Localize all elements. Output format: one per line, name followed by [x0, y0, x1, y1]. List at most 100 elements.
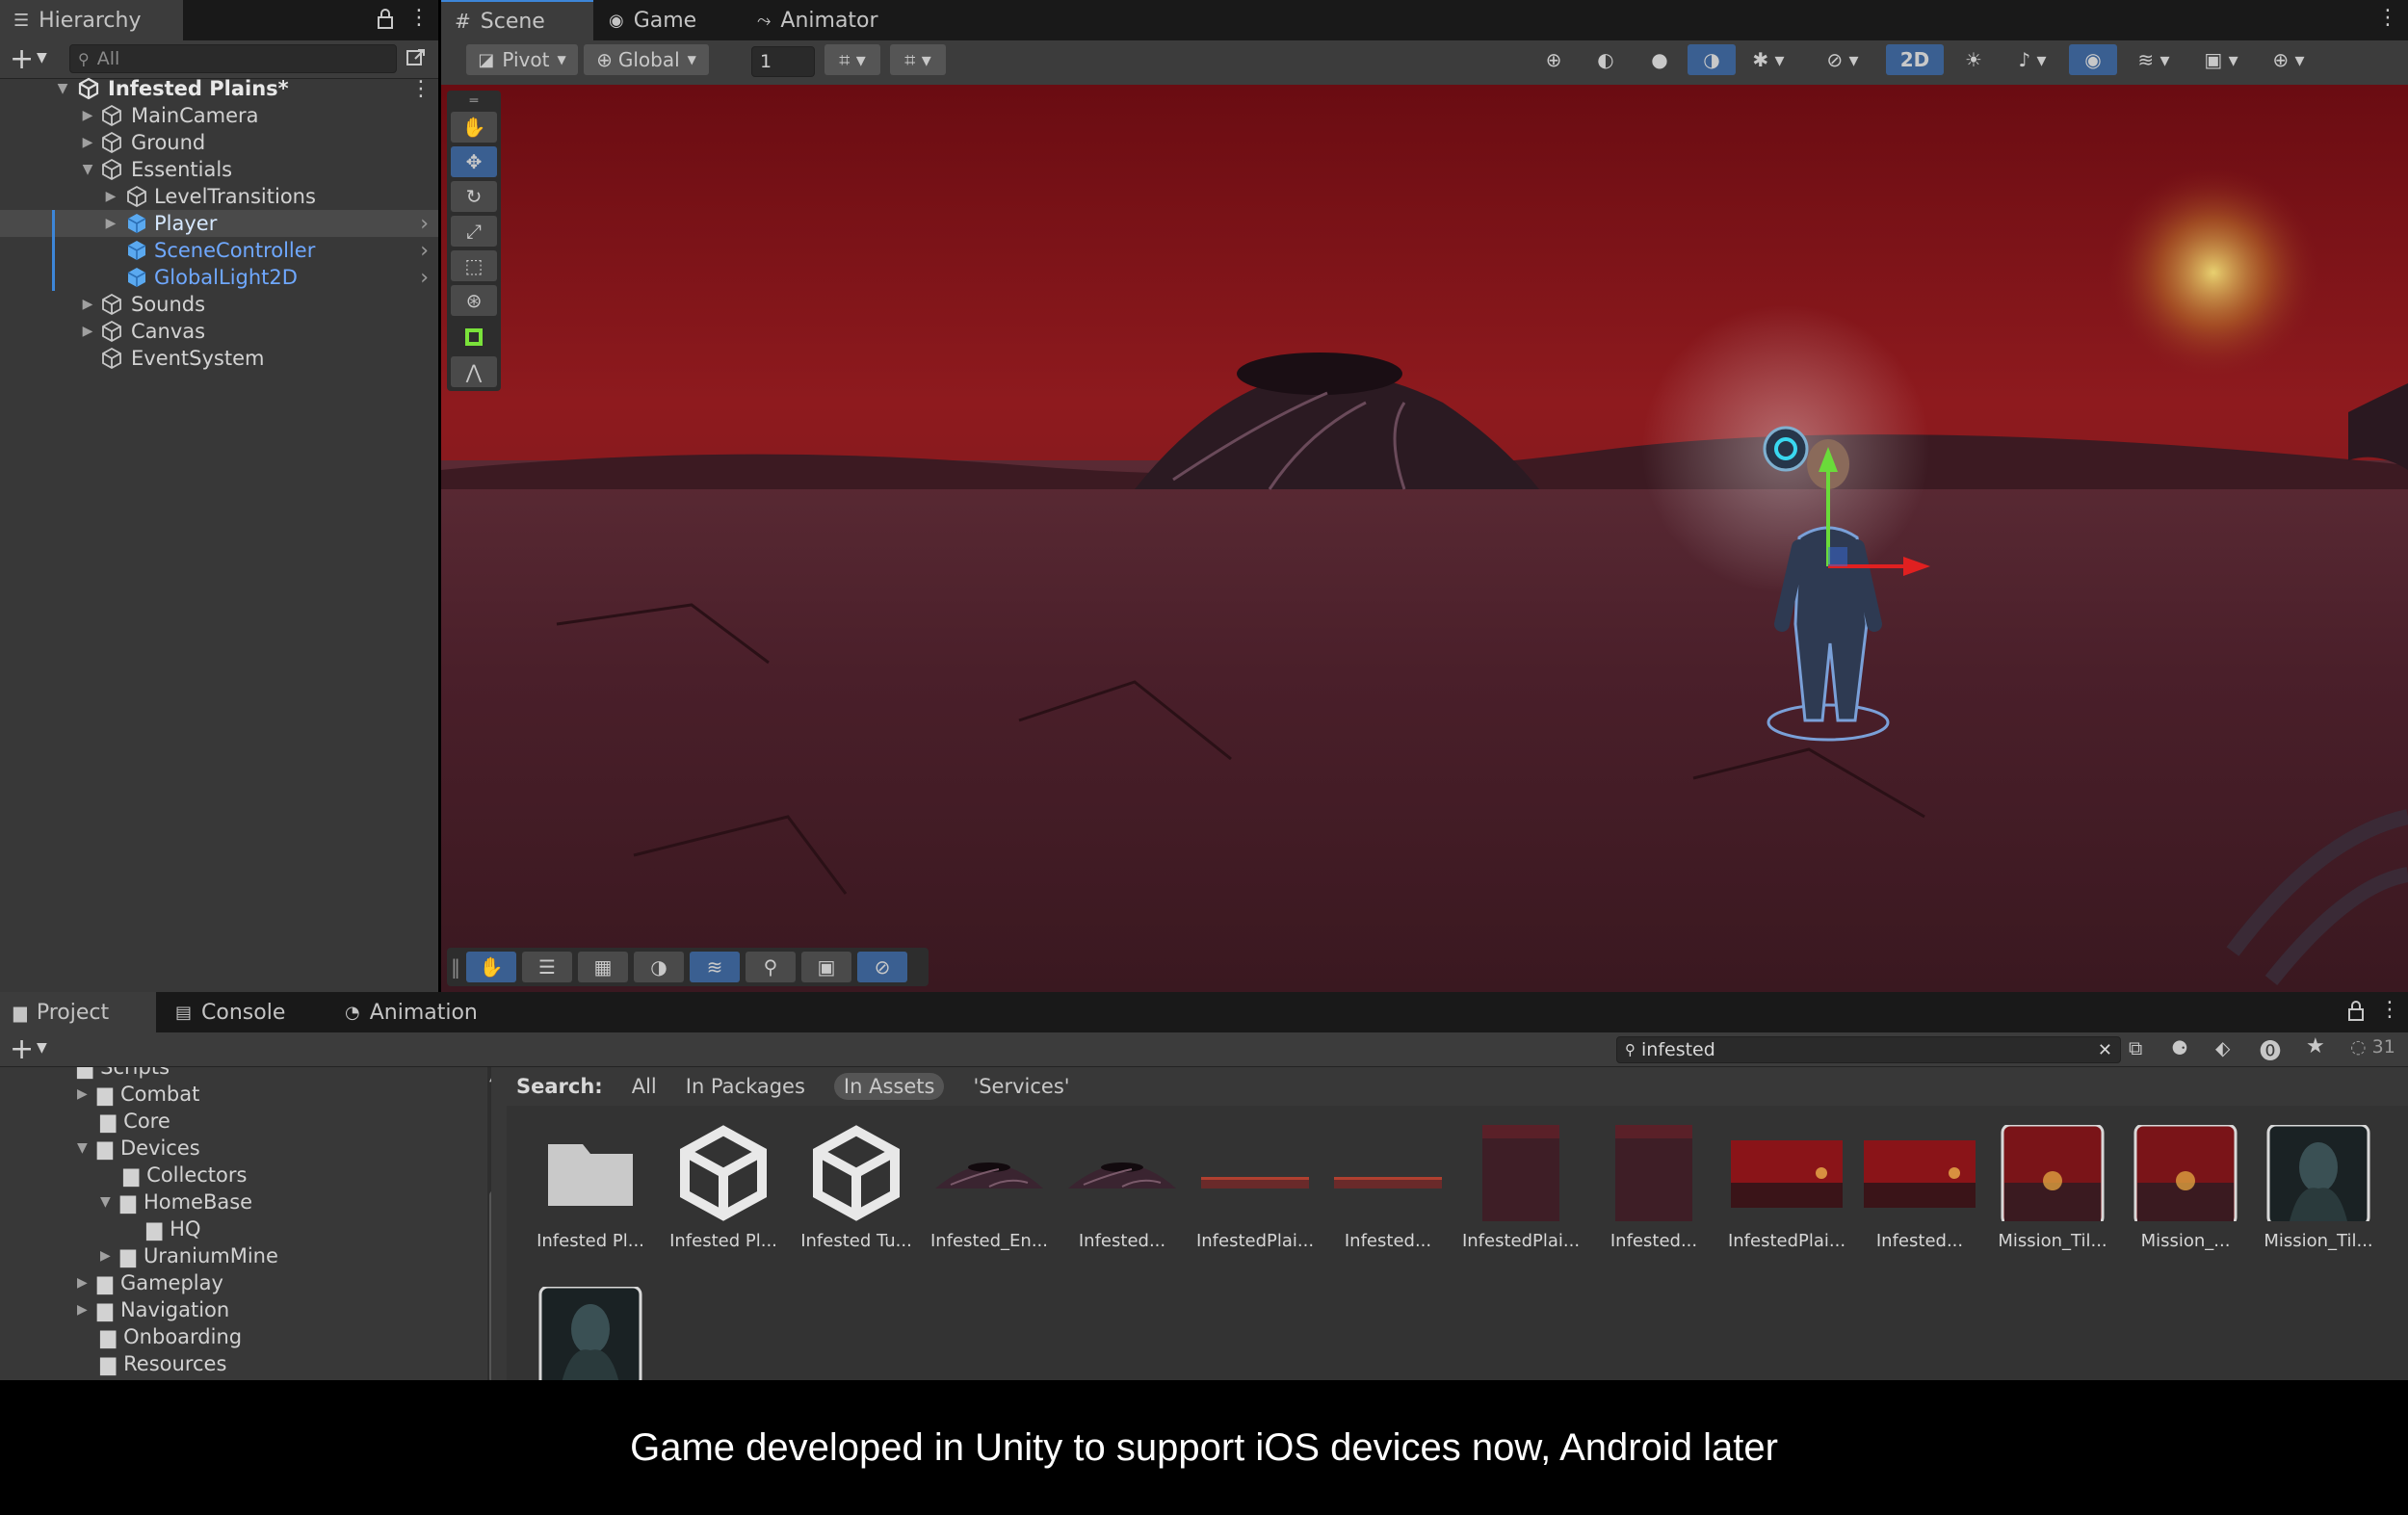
chevron-right-icon[interactable]: › [420, 266, 429, 290]
filter-services[interactable]: 'Services' [973, 1075, 1069, 1098]
folder-combat[interactable]: ▶ ▆ Combat [77, 1081, 199, 1108]
lock-icon[interactable] [2346, 1000, 2366, 1023]
scene-viewport[interactable]: ═ ✋ ✥ ↻ ⤢ ⬚ ⊛ ⋀ ‖ ✋ ☰ ▦ ◑ ≋ ⚲ ▣ ⊘ [441, 85, 2408, 992]
rotate-tool-button[interactable]: ↻ [451, 181, 497, 212]
folder-navigation[interactable]: ▶ ▆ Navigation [77, 1296, 229, 1323]
overlay-camera-button[interactable]: ▣ [801, 952, 851, 982]
scene-lighting-toggle[interactable]: ☀ [1950, 44, 1998, 75]
more-menu-icon[interactable]: ⋮ [408, 6, 430, 30]
expand-arrow-icon[interactable]: ▶ [81, 324, 94, 339]
folder-uraniummine[interactable]: ▶ ▆ UraniumMine [100, 1242, 278, 1269]
hierarchy-item-leveltransitions[interactable]: ▶ LevelTransitions [0, 183, 438, 210]
asset-item[interactable]: InfestedPlai... [1462, 1125, 1580, 1251]
asset-item[interactable]: Mission_... [2128, 1125, 2243, 1251]
asset-item[interactable]: Infested... [1330, 1125, 1446, 1251]
lock-icon[interactable] [376, 8, 395, 31]
chevron-right-icon[interactable]: › [420, 239, 429, 263]
debug-draw-button[interactable]: ✱ ▾ [1740, 44, 1797, 75]
folder-homebase[interactable]: ▼ ▆ HomeBase [100, 1188, 252, 1215]
overlay-lighting-button[interactable]: ◑ [634, 952, 684, 982]
filter-in-packages[interactable]: In Packages [686, 1075, 805, 1098]
tab-animation[interactable]: ◔ Animation [331, 992, 524, 1032]
overlay-settings-button[interactable]: ☰ [522, 952, 572, 982]
transform-tool-button[interactable]: ⊛ [451, 285, 497, 316]
folder-onboarding[interactable]: ▆ Onboarding [100, 1323, 242, 1350]
tab-hierarchy[interactable]: ☰ Hierarchy [0, 0, 183, 40]
filter-all[interactable]: All [632, 1075, 657, 1098]
camera-dropdown[interactable]: ▣ ▾ [2190, 44, 2252, 75]
expand-arrow-icon[interactable]: ▶ [77, 1275, 88, 1291]
warning-icon[interactable]: ⓿ [2260, 1034, 2281, 1065]
scrollbar-thumb[interactable] [489, 1190, 491, 1380]
shaded-wire-button[interactable]: ◐ [1582, 44, 1630, 75]
custom-tool-button[interactable] [451, 322, 497, 353]
add-icon[interactable]: + [10, 1032, 34, 1066]
project-search-input[interactable]: ⚲ infested ✕ [1616, 1036, 2121, 1063]
asset-item[interactable]: InfestedPlai... [1196, 1125, 1314, 1251]
filter-type-icon[interactable]: ⚈ [2171, 1036, 2188, 1059]
overlay-orientation-button[interactable]: ⊘ [857, 952, 907, 982]
clear-icon[interactable]: ✕ [2098, 1040, 2112, 1060]
overlay-grip-icon[interactable]: ‖ [451, 952, 460, 982]
hierarchy-item-globallight2d[interactable]: GlobalLight2D › [0, 264, 438, 291]
asset-item[interactable]: InfestedPlai... [1728, 1125, 1845, 1251]
layers-dropdown[interactable]: ≋ ▾ [2123, 44, 2185, 75]
expand-arrow-icon[interactable]: ▼ [81, 162, 94, 177]
scene-menu-icon[interactable]: ⋮ [410, 77, 432, 101]
overlay-zoom-button[interactable]: ⚲ [746, 952, 796, 982]
palette-grip-icon[interactable]: ═ [451, 93, 497, 109]
tab-console[interactable]: ▤ Console [162, 992, 326, 1032]
grid-snap-button[interactable]: ⌗ ▾ [824, 44, 880, 75]
asset-item[interactable]: Mission_Til... [1995, 1125, 2110, 1251]
orientation-button[interactable]: ⊘ ▾ [1809, 44, 1876, 75]
star-icon[interactable]: ★ [2306, 1034, 2325, 1058]
tab-scene[interactable]: # Scene [441, 0, 593, 40]
visibility-toggle[interactable]: ◉ [2069, 44, 2117, 75]
asset-item[interactable]: Infested_En... [930, 1125, 1048, 1251]
folder-gameplay[interactable]: ▶ ▆ Gameplay [77, 1269, 223, 1296]
grid-size-input[interactable]: 1 [751, 46, 815, 77]
folder-core[interactable]: ▆ Core [100, 1108, 170, 1135]
chevron-right-icon[interactable]: › [420, 212, 429, 236]
asset-item[interactable]: Infested Pl... [666, 1125, 781, 1251]
expand-arrow-icon[interactable]: ▼ [77, 1140, 88, 1156]
expand-arrow-icon[interactable]: ▶ [77, 1086, 88, 1102]
overlay-layers-button[interactable]: ≋ [690, 952, 740, 982]
gizmos-dropdown[interactable]: ⊕ ▾ [2258, 44, 2319, 75]
audio-toggle[interactable]: ♪ ▾ [2002, 44, 2063, 75]
folder-resources[interactable]: ▆ Resources [100, 1350, 226, 1377]
path-tool-button[interactable]: ⋀ [451, 356, 497, 387]
rect-tool-button[interactable]: ⬚ [451, 250, 497, 281]
scene-root-row[interactable]: ▼ Infested Plains* ⋮ [0, 75, 438, 102]
add-icon[interactable]: + [10, 42, 34, 76]
asset-item[interactable]: Infested Tu... [798, 1125, 914, 1251]
scroll-up-icon[interactable]: ▲ [489, 1073, 491, 1084]
tab-project[interactable]: ▆ Project [0, 992, 156, 1032]
hand-tool-button[interactable]: ✋ [451, 112, 497, 143]
folder-scripts[interactable]: ▆ Scripts [77, 1067, 170, 1081]
lighting-button[interactable]: ◑ [1688, 44, 1736, 75]
expand-arrow-icon[interactable]: ▶ [81, 297, 94, 312]
chevron-down-icon[interactable]: ▼ [37, 50, 47, 65]
expand-arrow-icon[interactable]: ▼ [100, 1194, 111, 1210]
asset-item[interactable] [533, 1287, 648, 1380]
hierarchy-item-ground[interactable]: ▶ Ground [0, 129, 438, 156]
toggle-2d-button[interactable]: 2D [1886, 44, 1944, 75]
folder-tree-scrollbar[interactable]: ▲ [487, 1067, 491, 1380]
expand-arrow-icon[interactable]: ▶ [104, 189, 118, 204]
hierarchy-item-player[interactable]: ▶ Player › [0, 210, 438, 237]
folder-collectors[interactable]: ▆ Collectors [123, 1162, 247, 1188]
draw-mode-button[interactable]: ⊕ [1530, 44, 1578, 75]
hierarchy-item-scenecontroller[interactable]: SceneController › [0, 237, 438, 264]
tab-animator[interactable]: ⤳ Animator [744, 0, 898, 40]
expand-arrow-icon[interactable]: ▼ [56, 81, 69, 96]
hierarchy-item-essentials[interactable]: ▼ Essentials [0, 156, 438, 183]
scale-tool-button[interactable]: ⤢ [451, 216, 497, 247]
folder-devices[interactable]: ▼ ▆ Devices [77, 1135, 200, 1162]
overlay-grid-button[interactable]: ▦ [578, 952, 628, 982]
hierarchy-item-maincamera[interactable]: ▶ MainCamera [0, 102, 438, 129]
hierarchy-item-canvas[interactable]: ▶ Canvas [0, 318, 438, 345]
expand-arrow-icon[interactable]: ▶ [81, 108, 94, 123]
hierarchy-search-input[interactable]: ⚲ All [69, 44, 397, 73]
filter-in-assets[interactable]: In Assets [833, 1073, 945, 1100]
